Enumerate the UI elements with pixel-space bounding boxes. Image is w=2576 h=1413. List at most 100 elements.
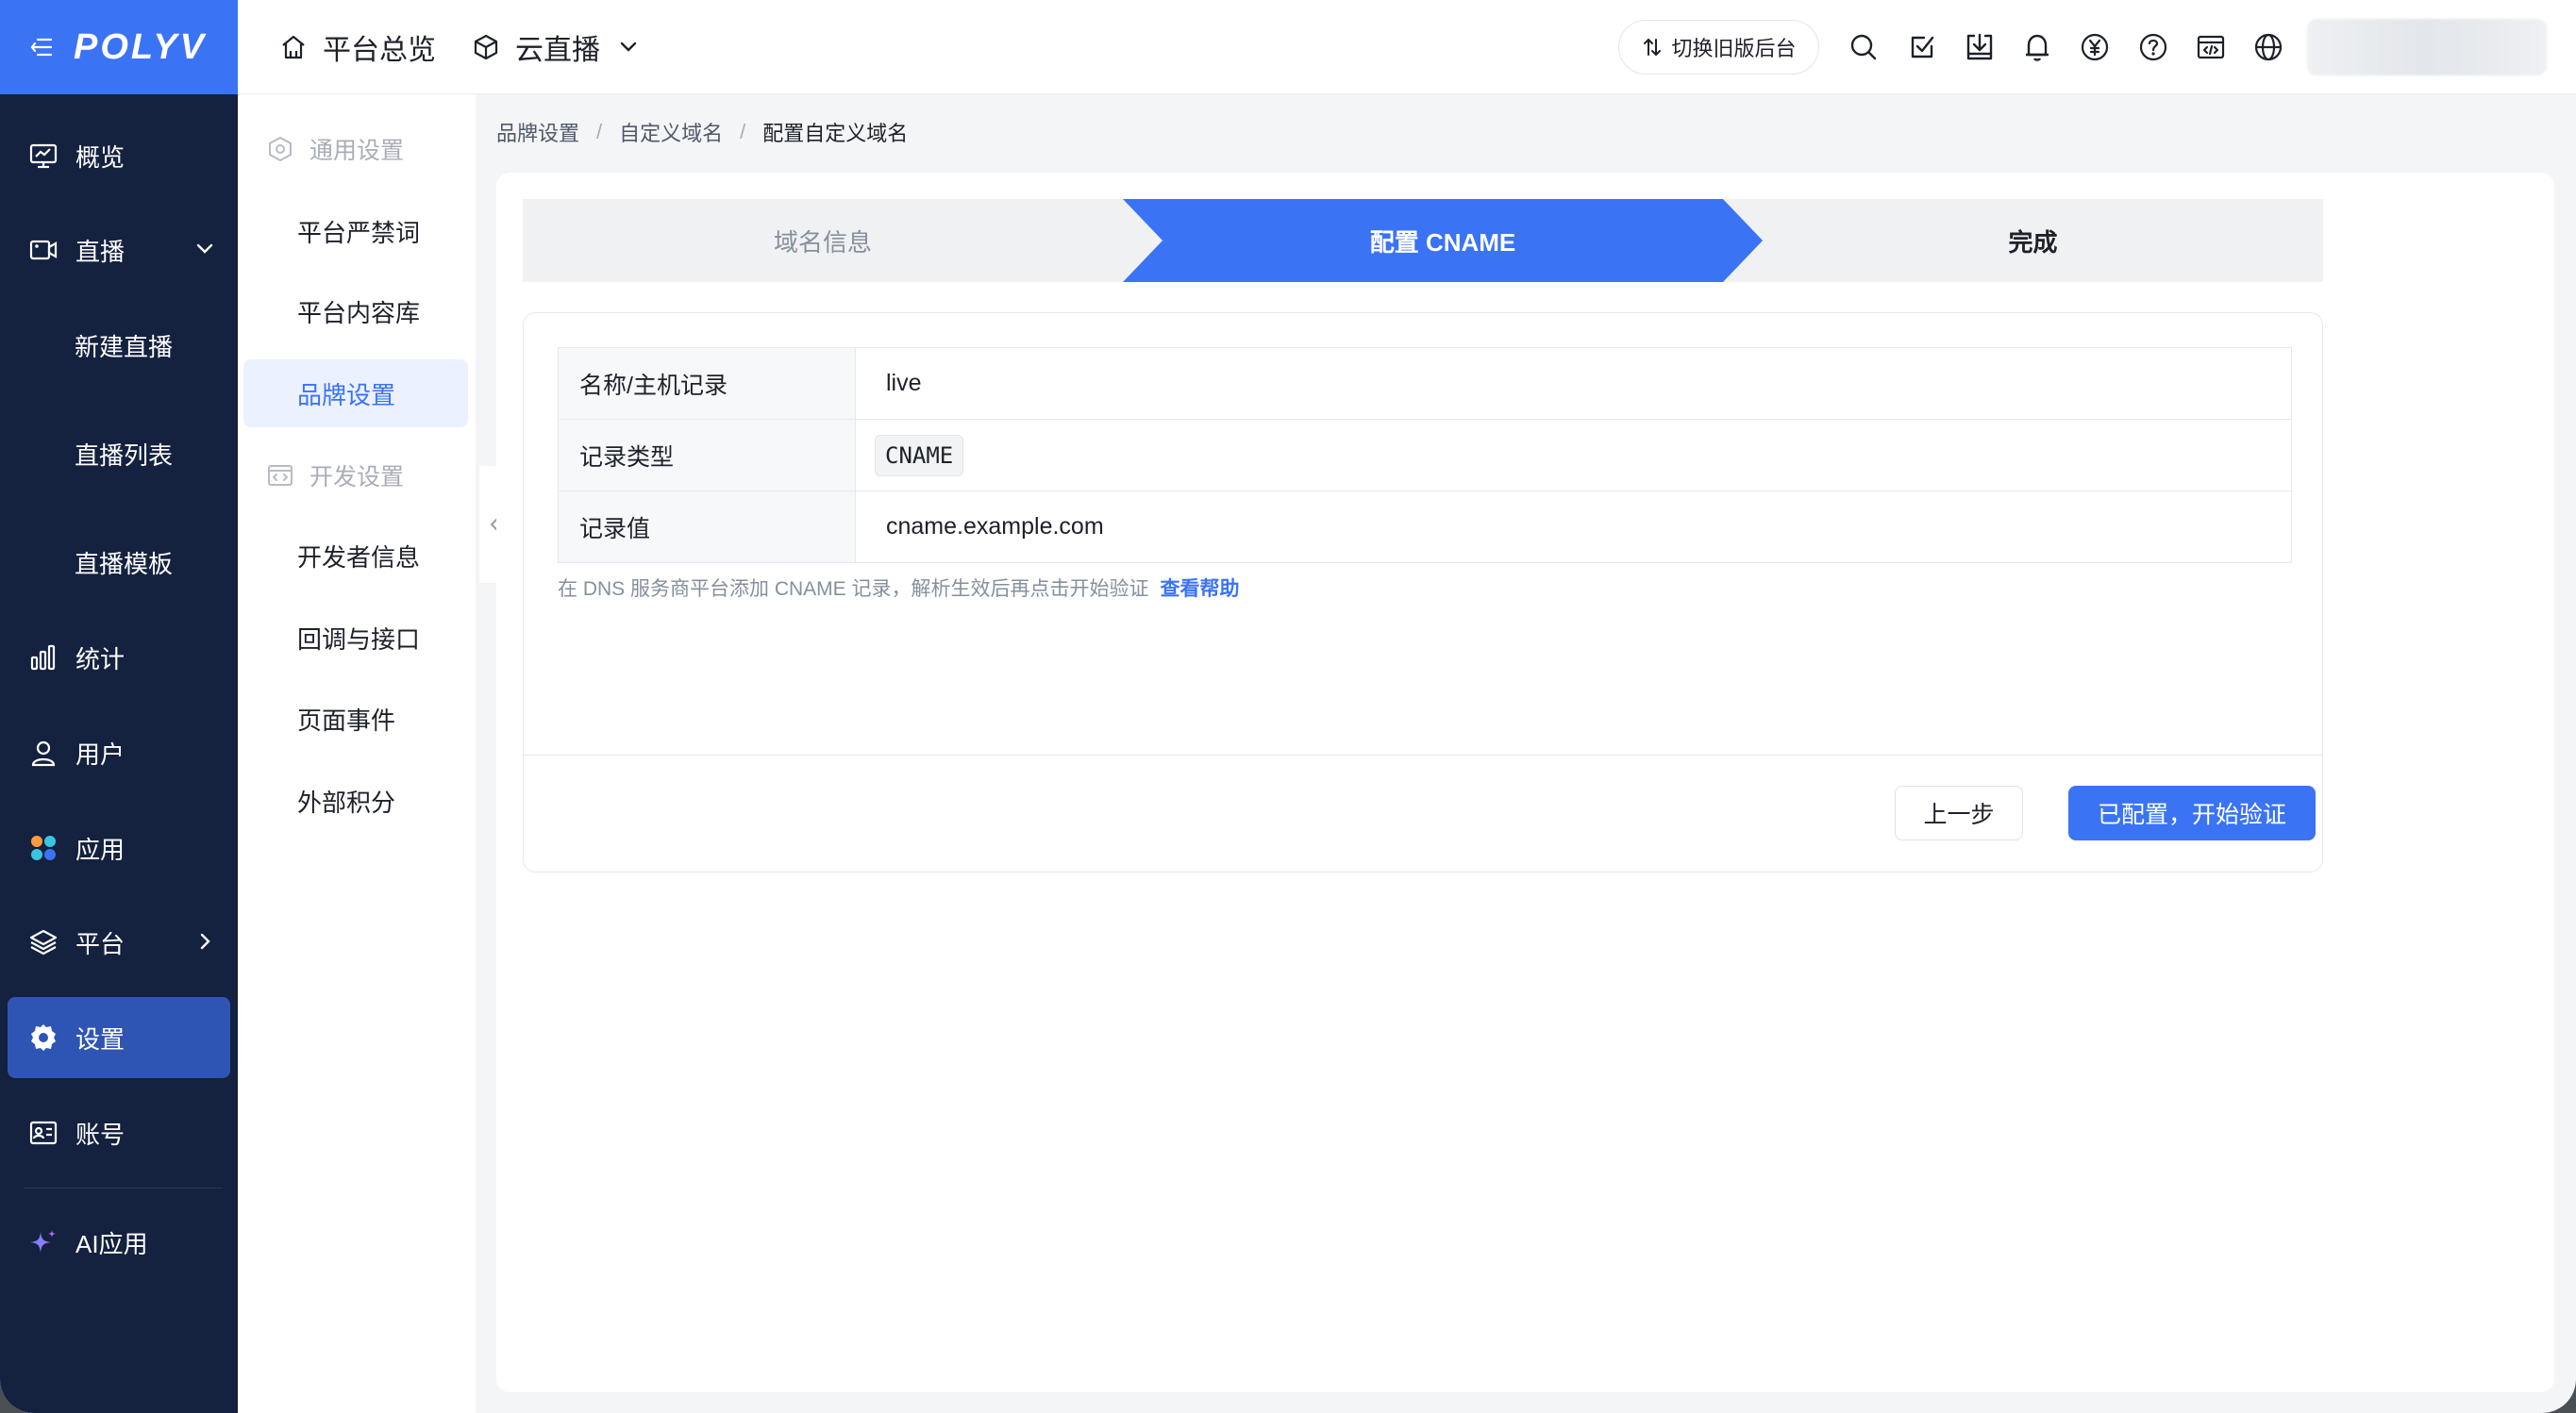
table-row: 记录值 cname.example.com <box>558 490 2292 563</box>
sidebar-item-label: 统计 <box>75 644 125 673</box>
breadcrumb-separator: / <box>740 120 746 143</box>
help-icon[interactable] <box>2136 30 2170 64</box>
globe-icon[interactable] <box>2251 30 2285 64</box>
step-complete: 完成 <box>2008 227 2058 257</box>
submenu-item-external-points[interactable]: 外部积分 <box>243 767 468 835</box>
hint-text: 在 DNS 服务商平台添加 CNAME 记录，解析生效后再点击开始验证 <box>558 578 1149 600</box>
group-dev-settings: 开发设置 <box>266 457 404 494</box>
video-camera-icon <box>28 235 59 265</box>
code-window-icon[interactable] <box>2194 30 2228 64</box>
sidebar-item-live-template[interactable]: 直播模板 <box>8 522 230 603</box>
sidebar-item-label: 应用 <box>75 835 125 864</box>
sidebar-item-label: 用户 <box>75 740 125 769</box>
sidebar-item-label: 平台 <box>75 929 125 958</box>
card-divider <box>524 755 2322 756</box>
polyv-logo[interactable]: POLYV <box>74 27 207 68</box>
bar-chart-icon <box>28 642 59 673</box>
nav-platform-overview[interactable]: 平台总览 <box>279 0 436 94</box>
chevron-down-icon[interactable] <box>615 34 642 60</box>
chevron-down-icon <box>192 237 217 261</box>
breadcrumb: 品牌设置 / 自定义域名 / 配置自定义域名 <box>496 117 908 147</box>
yen-icon[interactable] <box>2078 30 2112 64</box>
sidebar-item-users[interactable]: 用户 <box>8 712 230 793</box>
record-type-cell: CNAME <box>855 419 2292 491</box>
sidebar-item-label: 设置 <box>75 1024 125 1054</box>
sidebar-item-statistics[interactable]: 统计 <box>8 617 230 698</box>
submenu-item-label: 页面事件 <box>297 706 396 735</box>
record-key: 记录类型 <box>558 419 856 491</box>
sidebar-divider <box>25 1188 223 1189</box>
submenu-item-label: 外部积分 <box>297 788 396 817</box>
search-icon[interactable] <box>1847 30 1881 64</box>
breadcrumb-separator: / <box>596 120 603 143</box>
gear-icon <box>28 1022 59 1053</box>
record-value: cname.example.com <box>855 490 2292 563</box>
sidebar-item-platform[interactable]: 平台 <box>8 902 230 983</box>
sidebar-item-label: 直播列表 <box>75 441 174 470</box>
logo-bar: POLYV <box>0 0 238 94</box>
help-link[interactable]: 查看帮助 <box>1161 578 1240 600</box>
step-domain-info: 域名信息 <box>773 227 872 257</box>
step-indicator: 域名信息 配置 CNAME 完成 <box>523 199 2323 282</box>
switch-legacy-label: 切换旧版后台 <box>1671 37 1797 60</box>
breadcrumb-item[interactable]: 品牌设置 <box>496 117 579 147</box>
group-general-settings: 通用设置 <box>266 130 404 168</box>
sidebar-item-overview[interactable]: 概览 <box>8 115 230 196</box>
nav-label: 平台总览 <box>323 35 436 66</box>
cube-icon <box>472 33 500 61</box>
sidebar-item-live-list[interactable]: 直播列表 <box>8 413 230 494</box>
menu-toggle-icon[interactable] <box>30 37 53 58</box>
sidebar-item-live[interactable]: 直播 <box>8 209 230 291</box>
hexagon-gear-icon <box>266 135 294 163</box>
chevron-right-icon <box>192 929 217 954</box>
record-type-tag: CNAME <box>875 434 964 476</box>
step-configure-cname: 配置 CNAME <box>1369 227 1516 257</box>
submenu-item-page-events[interactable]: 页面事件 <box>243 685 468 753</box>
main-panel: 域名信息 配置 CNAME 完成 名称/主机记录 live 记录类型 CNAME… <box>496 173 2554 1392</box>
code-window-icon <box>266 461 294 490</box>
swap-arrows-icon <box>1641 36 1664 58</box>
breadcrumb-current: 配置自定义域名 <box>762 122 909 145</box>
sparkle-icon <box>28 1227 59 1257</box>
cname-config-card: 名称/主机记录 live 记录类型 CNAME 记录值 cname.exampl… <box>523 312 2323 873</box>
previous-step-button[interactable]: 上一步 <box>1895 786 2023 840</box>
sidebar-item-label: 直播模板 <box>75 549 174 578</box>
sidebar-item-new-live[interactable]: 新建直播 <box>8 305 230 386</box>
main-sidebar: POLYV 概览 直播 新建直播 直播列表 直播模板 统计 用户 应用 平台 设… <box>0 0 238 1413</box>
record-value: live <box>855 347 2292 420</box>
hint-text-row: 在 DNS 服务商平台添加 CNAME 记录，解析生效后再点击开始验证 查看帮助 <box>558 574 1240 602</box>
submenu-item-label: 开发者信息 <box>297 542 421 572</box>
user-profile[interactable] <box>2307 19 2547 75</box>
sidebar-item-label: 账号 <box>75 1120 125 1149</box>
bell-icon[interactable] <box>2020 30 2054 64</box>
sidebar-item-label: 直播 <box>75 237 125 266</box>
breadcrumb-item[interactable]: 自定义域名 <box>619 117 723 147</box>
home-icon <box>279 33 308 61</box>
submenu-item-label: 平台严禁词 <box>297 218 421 247</box>
submenu-item-callback-api[interactable]: 回调与接口 <box>243 604 468 672</box>
table-row: 名称/主机记录 live <box>558 347 2292 420</box>
sidebar-item-ai-apps[interactable]: AI应用 <box>8 1202 230 1283</box>
record-key: 记录值 <box>558 490 856 563</box>
sidebar-item-account[interactable]: 账号 <box>8 1092 230 1173</box>
sidebar-item-apps[interactable]: 应用 <box>8 807 230 889</box>
sidebar-item-settings[interactable]: 设置 <box>8 997 230 1078</box>
record-key: 名称/主机记录 <box>558 347 856 420</box>
sidebar-item-label: 新建直播 <box>75 332 174 361</box>
submenu-item-label: 回调与接口 <box>297 624 421 654</box>
submenu-item-content-library[interactable]: 平台内容库 <box>243 277 468 345</box>
check-square-icon[interactable] <box>1905 30 1939 64</box>
settings-submenu: 通用设置 平台严禁词 平台内容库 品牌设置 开发设置 开发者信息 回调与接口 页… <box>238 94 476 1413</box>
start-verification-button[interactable]: 已配置，开始验证 <box>2068 786 2316 840</box>
nav-label: 云直播 <box>515 35 600 66</box>
download-icon[interactable] <box>1963 30 1997 64</box>
sidebar-item-label: 概览 <box>75 142 125 172</box>
submenu-item-banned-words[interactable]: 平台严禁词 <box>243 197 468 265</box>
monitor-icon <box>28 141 59 171</box>
submenu-item-brand-settings[interactable]: 品牌设置 <box>243 359 468 427</box>
switch-legacy-button[interactable]: 切换旧版后台 <box>1618 20 1819 75</box>
submenu-item-label: 品牌设置 <box>297 380 396 409</box>
top-header: 平台总览 云直播 切换旧版后台 <box>238 0 2576 94</box>
nav-cloud-live[interactable]: 云直播 <box>472 0 642 94</box>
submenu-item-developer-info[interactable]: 开发者信息 <box>243 522 468 590</box>
